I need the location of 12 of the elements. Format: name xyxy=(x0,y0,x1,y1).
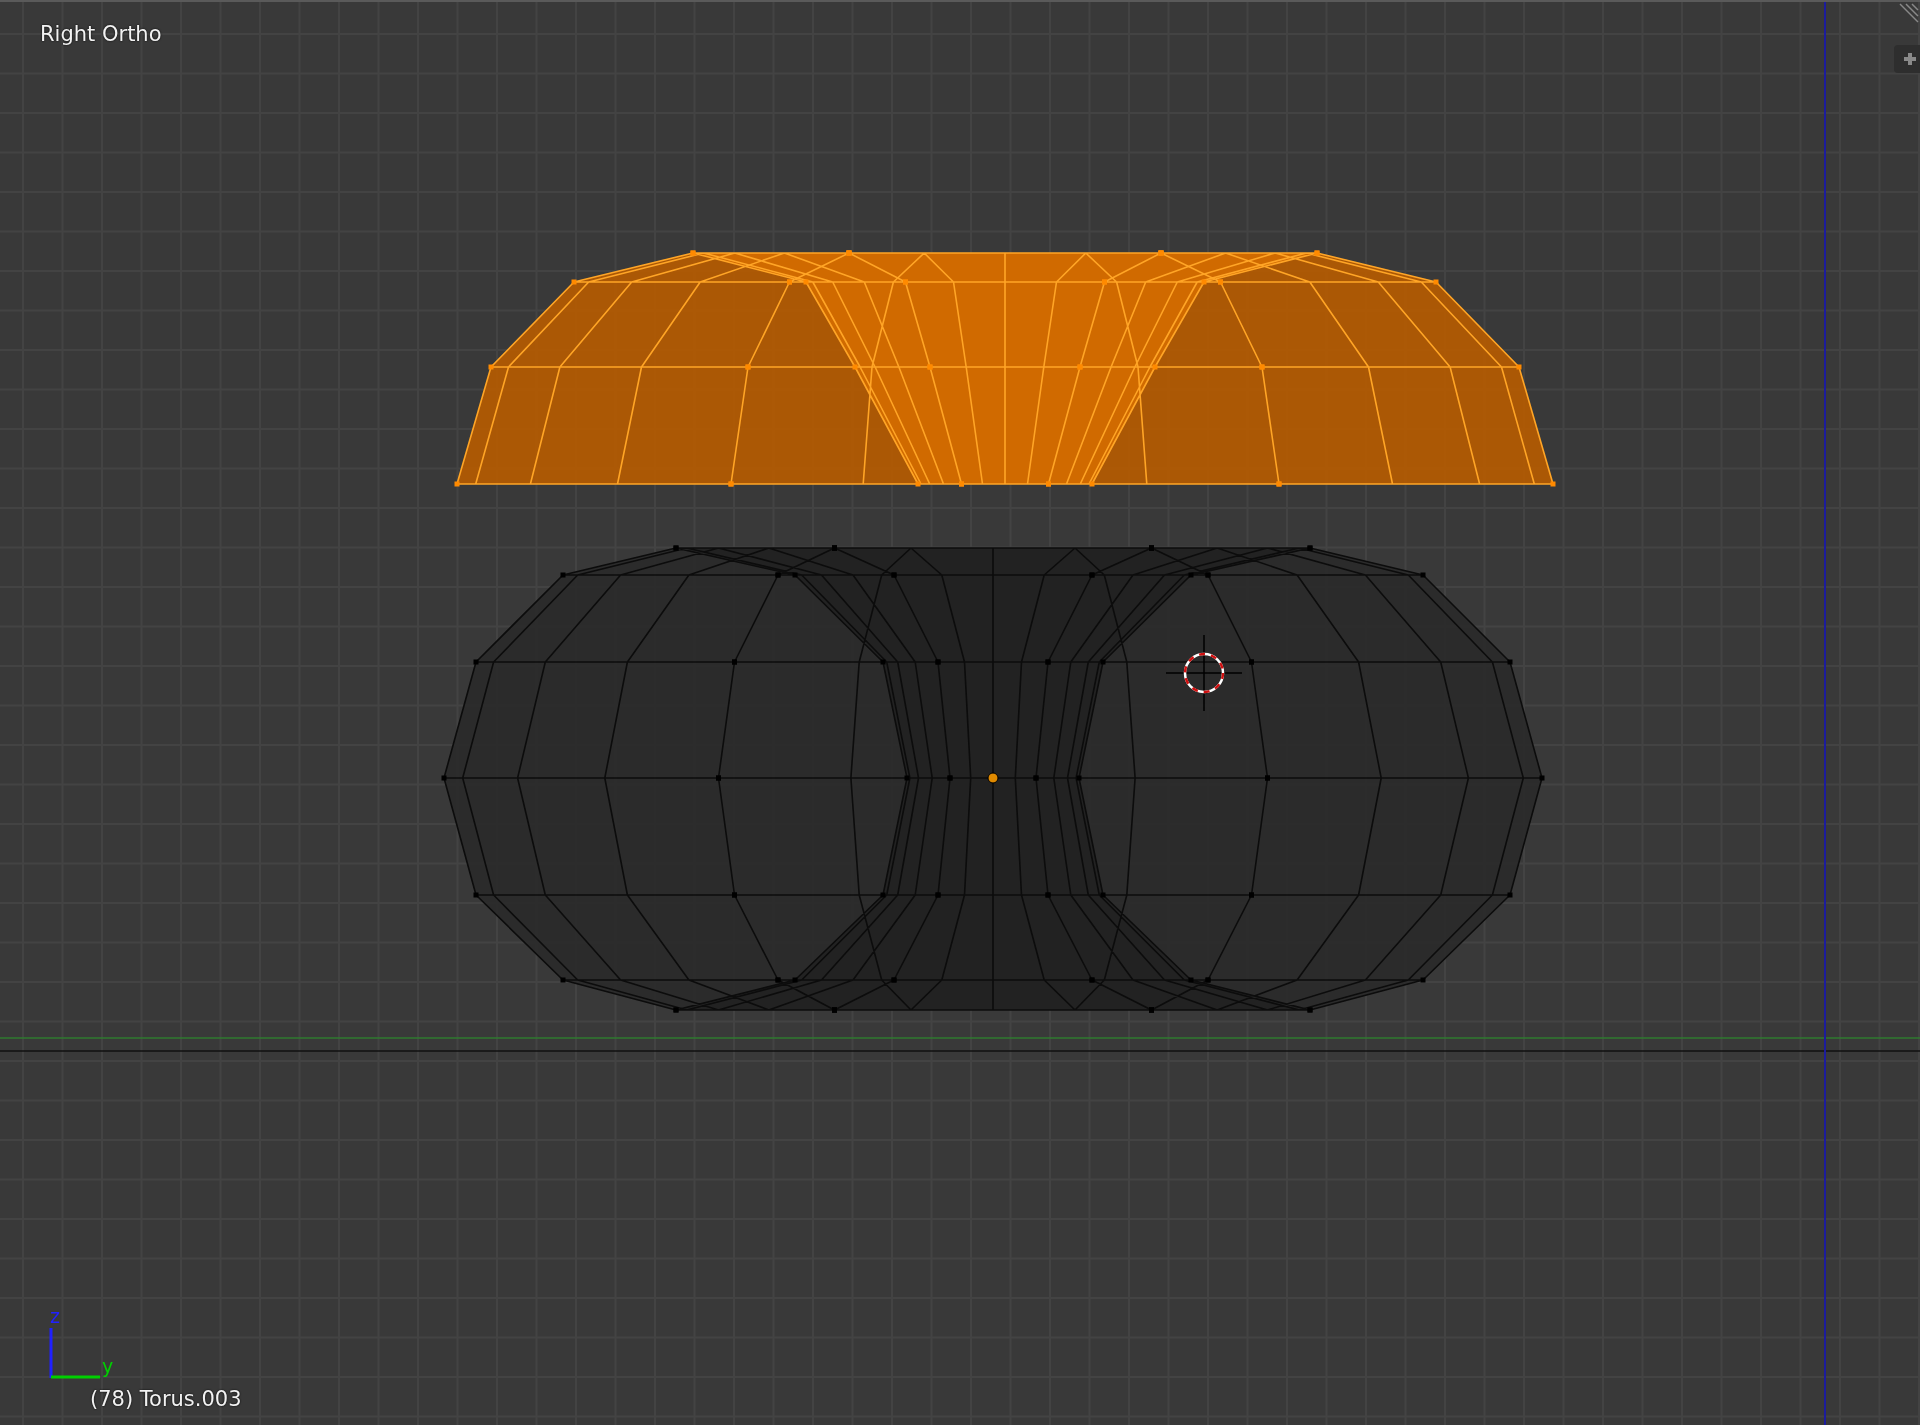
corner-grip-icon[interactable] xyxy=(1899,3,1919,23)
axis-label: y xyxy=(102,1355,114,1377)
3d-cursor-icon xyxy=(1165,634,1243,712)
axis-label: z xyxy=(50,1305,60,1327)
3d-viewport[interactable]: Right Ortho z y (78) Torus.003 xyxy=(0,0,1920,1425)
torus-wireframe[interactable] xyxy=(454,250,1556,487)
axis-gizmo-drawing xyxy=(49,1328,100,1379)
plus-icon xyxy=(1904,53,1916,65)
active-object-label: (78) Torus.003 xyxy=(90,1387,242,1411)
origin-dot xyxy=(987,772,999,784)
view-name: Right Ortho xyxy=(40,22,162,46)
expand-button[interactable] xyxy=(1894,45,1920,73)
